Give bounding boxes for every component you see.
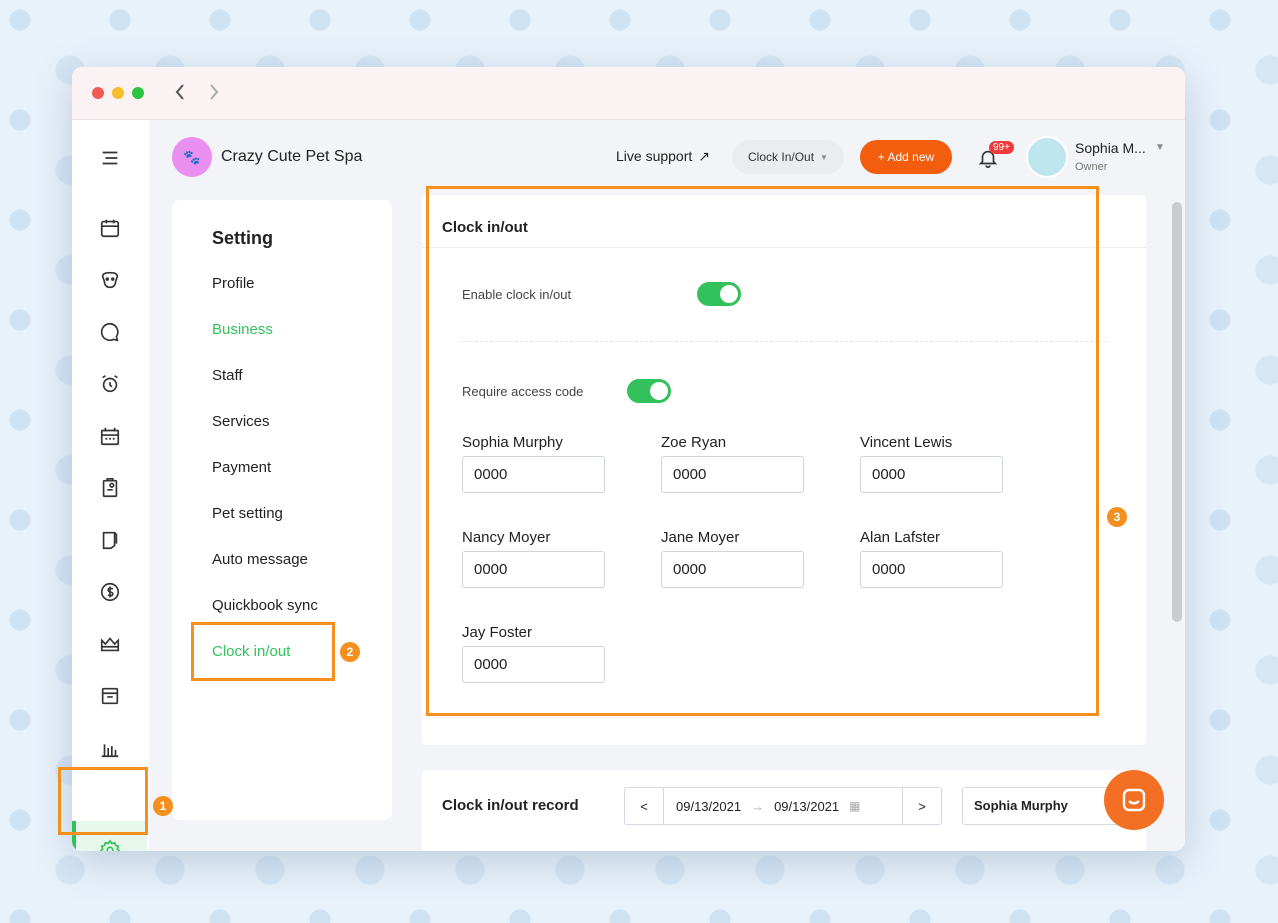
chevron-down-icon: ▼	[820, 152, 828, 162]
notification-badge: 99+	[989, 141, 1014, 154]
live-support-link[interactable]: Live support ↗	[616, 148, 710, 165]
title-bar	[72, 67, 1185, 120]
calendar-icon[interactable]: ▦	[849, 799, 860, 813]
step-badge: 3	[1107, 507, 1127, 527]
settings-item-auto-message[interactable]: Auto message	[212, 551, 308, 568]
inbox-icon[interactable]	[96, 682, 124, 710]
schedule-icon[interactable]	[96, 422, 124, 450]
crown-icon[interactable]	[96, 630, 124, 658]
settings-item-staff[interactable]: Staff	[212, 367, 243, 384]
settings-item-quickbook-sync[interactable]: Quickbook sync	[212, 597, 318, 614]
highlight-box-clock-card	[426, 186, 1099, 716]
prev-date-button[interactable]: <	[625, 788, 664, 824]
chart-icon[interactable]	[96, 734, 124, 762]
chat-widget-button[interactable]	[1104, 770, 1164, 830]
settings-item-pet-setting[interactable]: Pet setting	[212, 505, 283, 522]
avatar[interactable]	[1026, 136, 1068, 178]
settings-item-services[interactable]: Services	[212, 413, 270, 430]
settings-item-profile[interactable]: Profile	[212, 275, 255, 292]
calendar-icon[interactable]	[96, 214, 124, 242]
maximize-window-button[interactable]	[132, 87, 144, 99]
clock-record-card: Clock in/out record < 09/13/2021 → 09/13…	[422, 770, 1146, 851]
end-date-input[interactable]: 09/13/2021	[774, 799, 839, 814]
scrollbar[interactable]	[1172, 202, 1182, 622]
external-link-icon: ↗	[698, 148, 711, 164]
dollar-icon[interactable]	[96, 578, 124, 606]
user-role: Owner	[1075, 161, 1108, 173]
settings-nav: Setting Profile Business Staff Services …	[172, 200, 392, 820]
app-header: 🐾 Crazy Cute Pet Spa Live support ↗ Clock…	[149, 120, 1185, 195]
alarm-icon[interactable]	[96, 370, 124, 398]
clipboard-icon[interactable]	[96, 474, 124, 502]
chat-icon[interactable]	[96, 318, 124, 346]
next-date-button[interactable]: >	[902, 788, 941, 824]
document-icon[interactable]	[96, 526, 124, 554]
date-range-picker: < 09/13/2021 → 09/13/2021 ▦ >	[624, 787, 942, 825]
step-badge: 1	[153, 796, 173, 816]
chevron-down-icon[interactable]: ▼	[1155, 142, 1165, 153]
back-arrow-icon[interactable]	[172, 80, 188, 104]
clock-in-out-label: Clock In/Out	[748, 150, 815, 164]
brand-logo: 🐾	[172, 137, 212, 177]
minimize-window-button[interactable]	[112, 87, 124, 99]
arrow-right-icon: →	[751, 798, 765, 814]
add-new-button[interactable]: + Add new	[860, 140, 952, 174]
forward-arrow-icon[interactable]	[206, 80, 222, 104]
user-name[interactable]: Sophia M...	[1075, 140, 1146, 156]
close-window-button[interactable]	[92, 87, 104, 99]
settings-item-business[interactable]: Business	[212, 321, 273, 338]
sidebar	[72, 120, 149, 851]
chat-bubble-icon	[1122, 788, 1146, 812]
pet-icon[interactable]	[96, 266, 124, 294]
gear-icon	[96, 836, 124, 851]
record-title: Clock in/out record	[442, 797, 579, 814]
menu-icon[interactable]	[96, 144, 124, 172]
settings-title: Setting	[212, 228, 273, 248]
settings-item-payment[interactable]: Payment	[212, 459, 271, 476]
brand-name: Crazy Cute Pet Spa	[221, 148, 363, 165]
step-badge: 2	[340, 642, 360, 662]
live-support-label: Live support	[616, 148, 693, 164]
highlight-box-settings	[58, 767, 148, 835]
highlight-box-clock-menu	[191, 622, 335, 681]
clock-in-out-button[interactable]: Clock In/Out ▼	[732, 140, 844, 174]
start-date-input[interactable]: 09/13/2021	[676, 799, 741, 814]
